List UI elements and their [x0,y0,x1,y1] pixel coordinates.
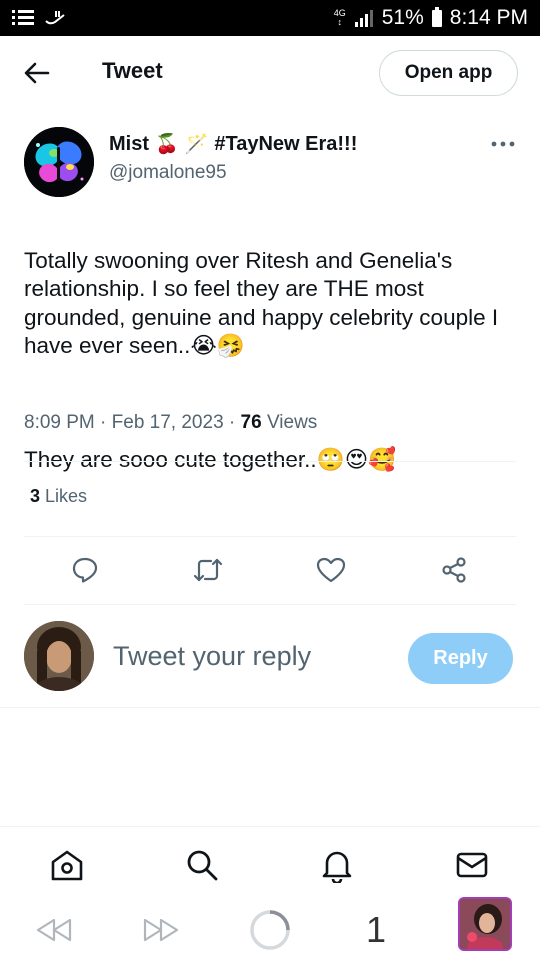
tweet-actions [0,552,540,592]
magic-wand-emoji: 🪄 [184,134,209,155]
nav-home[interactable] [47,845,87,885]
loading-spinner-icon [250,910,290,950]
heart-eyes-emoji: 😍 [344,446,369,472]
back-button[interactable] [22,60,52,86]
reply-button[interactable] [67,552,103,588]
cherry-emoji: 🍒 [155,134,179,155]
browser-reload-button[interactable] [247,908,293,952]
views-count: 76 [240,412,262,433]
profile-button[interactable] [458,897,512,951]
author-display-name: Mist [109,132,149,155]
home-icon [51,850,83,881]
signal-icon [354,10,373,27]
likes-link[interactable]: 3 Likes [30,486,87,507]
crying-emoji: 😭 [190,333,217,358]
top-header: Tweet Open app [0,36,540,110]
tweet-body: Totally swooning over Ritesh and Genelia… [24,218,516,503]
tweet-paragraph-1: Totally swooning over Ritesh and Genelia… [24,247,499,359]
battery-percent: 51% [381,6,424,29]
browser-forward-button[interactable] [141,908,181,952]
author-name-suffix: #TayNew Era!!! [214,132,358,155]
tab-count-button[interactable]: 1 [360,908,392,952]
divider [0,707,540,708]
tweet-time[interactable]: 8:09 PM [24,412,95,433]
status-bar: 4G ↕ 51% 8:14 PM [0,0,540,36]
likes-label: Likes [45,486,88,506]
rewind-icon [36,918,72,942]
current-user-avatar[interactable] [24,621,94,691]
author-handle[interactable]: @jomalone95 [109,162,227,184]
profile-image [460,899,510,949]
user-avatar-image [24,621,94,691]
browser-toolbar: 1 [0,897,540,960]
tweet-date[interactable]: Feb 17, 2023 [112,412,224,433]
retweet-button[interactable] [190,552,226,588]
notifications-icon [322,851,352,883]
tweet-meta: 8:09 PM · Feb 17, 2023 · 76 Views [24,412,318,433]
divider [24,461,516,462]
views-label: Views [266,412,318,433]
share-button[interactable] [436,552,472,588]
arrow-left-icon [24,62,50,84]
share-icon [442,557,466,583]
reply-icon [72,557,98,583]
author-avatar[interactable] [24,127,94,197]
network-indicator: 4G ↕ [333,8,346,27]
sneezing-emoji: 🤧 [216,333,245,358]
messages-icon [456,852,488,878]
author-name[interactable]: Mist 🍒 🪄 #TayNew Era!!! [109,132,357,156]
browser-back-button[interactable] [34,908,74,952]
status-right: 4G ↕ 51% 8:14 PM [334,6,528,30]
bottom-navigation [0,826,540,900]
divider [24,604,516,605]
like-button[interactable] [313,552,349,588]
more-options-button[interactable] [490,134,516,154]
list-icon [12,10,34,25]
nav-search[interactable] [182,845,222,885]
nav-notifications[interactable] [317,845,357,885]
retweet-icon [193,558,223,582]
nav-messages[interactable] [452,845,492,885]
search-icon [187,850,218,881]
reply-submit-button[interactable]: Reply [408,633,513,684]
tweet-paragraph-2: They are sooo cute together..🙄😍🥰 [24,446,397,472]
more-horizontal-icon [491,141,515,147]
fast-forward-icon [143,918,179,942]
clock: 8:14 PM [449,6,528,29]
reply-input[interactable]: Tweet your reply [113,641,311,672]
smiling-hearts-emoji: 🥰 [368,446,397,472]
page-title: Tweet [102,58,163,83]
battery-icon [431,6,442,27]
eye-roll-emoji: 🙄 [316,446,345,472]
status-left-icons [12,9,66,27]
profile-thumbnail [458,897,512,951]
butterfly-avatar-image [24,127,94,197]
divider [24,536,516,537]
data-transfer-icon [45,11,65,25]
heart-icon [316,557,346,583]
open-app-button[interactable]: Open app [379,50,518,96]
likes-count: 3 [30,486,41,506]
